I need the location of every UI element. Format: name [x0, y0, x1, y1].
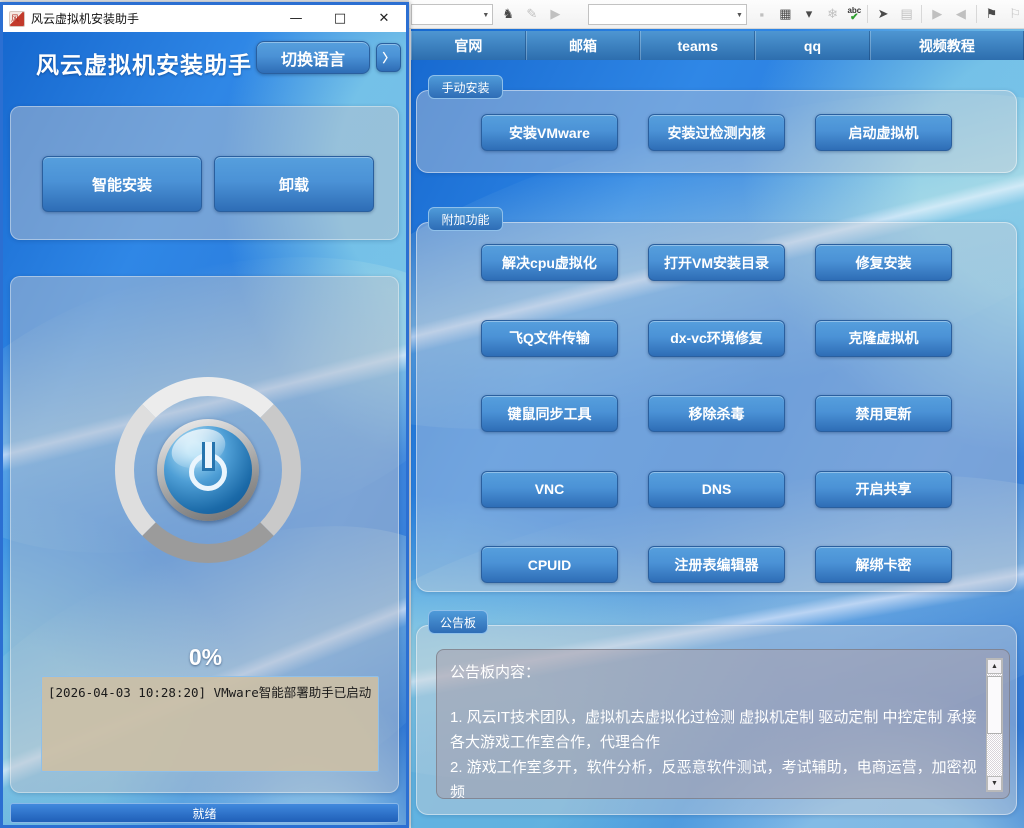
- kb-mouse-sync-button[interactable]: 键鼠同步工具: [481, 395, 618, 432]
- edit-pencil-icon[interactable]: ✎: [523, 6, 541, 22]
- nav-item-mail[interactable]: 邮箱: [526, 31, 641, 60]
- nav-item-official-site[interactable]: 官网: [411, 31, 526, 60]
- knight-icon[interactable]: ♞: [499, 6, 517, 22]
- dx-vc-env-repair-button[interactable]: dx-vc环境修复: [648, 320, 785, 357]
- ide-combobox-right[interactable]: ▼: [588, 4, 747, 25]
- stop-icon[interactable]: ▪: [753, 7, 771, 22]
- power-button-icon[interactable]: [164, 426, 252, 514]
- registry-editor-button[interactable]: 注册表编辑器: [648, 546, 785, 583]
- group-box-board: 公告板内容： 1. 风云IT技术团队，虚拟机去虚拟化过检测 虚拟机定制 驱动定制…: [416, 625, 1017, 815]
- dialog-title: 风云虚拟机安装助手: [31, 10, 274, 27]
- toolbar-separator: [976, 5, 977, 23]
- maximize-button[interactable]: □: [318, 5, 362, 32]
- bookmark-icon[interactable]: ⚑: [983, 6, 1001, 22]
- start-vm-button[interactable]: 启动虚拟机: [815, 114, 952, 151]
- scrollbar-thumb[interactable]: [987, 676, 1002, 734]
- scroll-down-button[interactable]: ▼: [987, 776, 1002, 791]
- vnc-button[interactable]: VNC: [481, 471, 618, 508]
- app-icon: [9, 11, 25, 27]
- toolbar-separator: [867, 5, 868, 23]
- toolbar-separator: [921, 5, 922, 23]
- repair-install-button[interactable]: 修复安装: [815, 244, 952, 281]
- install-anti-detect-kernel-button[interactable]: 安装过检测内核: [648, 114, 785, 151]
- close-button[interactable]: ✕: [362, 5, 406, 32]
- open-vm-install-dir-button[interactable]: 打开VM安装目录: [648, 244, 785, 281]
- top-nav-bar: 官网 邮箱 teams qq 视频教程: [411, 31, 1024, 60]
- log-output-box[interactable]: [2026-04-03 10:28:20] VMware智能部署助手已启动: [41, 676, 379, 772]
- uninstall-button[interactable]: 卸载: [214, 156, 374, 212]
- list-dropdown-icon[interactable]: ▾: [800, 6, 818, 22]
- progress-percent: 0%: [11, 644, 400, 671]
- window-layout-icon[interactable]: ▦: [777, 6, 795, 22]
- status-text: 就绪: [192, 805, 216, 822]
- quick-actions-panel: 智能安装 卸载: [10, 106, 399, 240]
- dropdown-arrow-icon: ▼: [736, 12, 743, 19]
- disable-update-button[interactable]: 禁用更新: [815, 395, 952, 432]
- snowflake-icon[interactable]: ❄: [824, 6, 842, 22]
- board-scrollbar[interactable]: ▲ ▼: [986, 658, 1003, 792]
- nav-item-qq[interactable]: qq: [755, 31, 870, 60]
- remove-antivirus-button[interactable]: 移除杀毒: [648, 395, 785, 432]
- group-label-extra-functions: 附加功能: [428, 207, 503, 231]
- unbind-card-key-button[interactable]: 解绑卡密: [815, 546, 952, 583]
- spellcheck-icon[interactable]: abc✔: [847, 7, 861, 21]
- dialog-body: 风云虚拟机安装助手 切换语言 〉 智能安装 卸载 0% [2026-04-03 …: [3, 32, 406, 825]
- clone-vm-button[interactable]: 克隆虚拟机: [815, 320, 952, 357]
- app-title: 风云虚拟机安装助手: [36, 46, 252, 80]
- scroll-up-button[interactable]: ▲: [987, 659, 1002, 674]
- status-panel: 0% [2026-04-03 10:28:20] VMware智能部署助手已启动: [10, 276, 399, 793]
- bookmark-outline-icon[interactable]: ⚐: [1006, 6, 1024, 22]
- announcement-textbox[interactable]: 公告板内容： 1. 风云IT技术团队，虚拟机去虚拟化过检测 虚拟机定制 驱动定制…: [436, 649, 1010, 799]
- copy-lines-icon[interactable]: ▤: [898, 6, 916, 22]
- power-symbol-bar: [202, 442, 215, 471]
- log-line: [2026-04-03 10:28:20] VMware智能部署助手已启动: [48, 685, 371, 700]
- group-label-manual-install: 手动安装: [428, 75, 503, 99]
- collapse-arrow-button[interactable]: 〉: [376, 43, 401, 72]
- dropdown-arrow-icon: ▼: [482, 12, 489, 19]
- switch-language-button[interactable]: 切换语言: [256, 41, 370, 74]
- cpuid-button[interactable]: CPUID: [481, 546, 618, 583]
- run-play-icon[interactable]: ▶: [547, 6, 565, 22]
- smart-install-button[interactable]: 智能安装: [42, 156, 202, 212]
- fix-cpu-virtualization-button[interactable]: 解决cpu虚拟化: [481, 244, 618, 281]
- nav-item-teams[interactable]: teams: [640, 31, 755, 60]
- nav-item-video-tutorial[interactable]: 视频教程: [870, 31, 1024, 60]
- group-label-board: 公告板: [428, 610, 488, 634]
- group-box-manual-install: 安装VMware 安装过检测内核 启动虚拟机: [416, 90, 1017, 173]
- status-bar: 就绪: [10, 803, 399, 823]
- install-vmware-button[interactable]: 安装VMware: [481, 114, 618, 151]
- indent-icon[interactable]: ▶: [928, 6, 946, 22]
- dns-button[interactable]: DNS: [648, 471, 785, 508]
- enable-share-button[interactable]: 开启共享: [815, 471, 952, 508]
- main-window: 官网 邮箱 teams qq 视频教程 手动安装 安装VMware 安装过检测内…: [411, 29, 1024, 828]
- paste-cursor-icon[interactable]: ➤: [874, 6, 892, 22]
- ide-combobox-left[interactable]: ▼: [411, 4, 493, 25]
- minimize-button[interactable]: —: [274, 5, 318, 32]
- outdent-icon[interactable]: ◀: [952, 6, 970, 22]
- dialog-header: 风云虚拟机安装助手 切换语言 〉: [3, 32, 406, 105]
- dialog-titlebar[interactable]: 风云虚拟机安装助手 — □ ✕: [3, 5, 406, 32]
- background-ide-toolbar: ▼ ♞ ✎ ▶ ▼ ▪ ▦ ▾ ❄ abc✔ ➤ ▤ ▶ ◀ ⚑ ⚐: [409, 0, 1024, 29]
- assistant-dialog-window: 风云虚拟机安装助手 — □ ✕ 风云虚拟机安装助手 切换语言 〉 智能安装 卸载: [0, 2, 409, 828]
- group-box-extra-functions: 解决cpu虚拟化 打开VM安装目录 修复安装 飞Q文件传输 dx-vc环境修复 …: [416, 222, 1017, 592]
- feiq-file-transfer-button[interactable]: 飞Q文件传输: [481, 320, 618, 357]
- screen: ▼ ♞ ✎ ▶ ▼ ▪ ▦ ▾ ❄ abc✔ ➤ ▤ ▶ ◀ ⚑ ⚐ 官网 邮箱…: [0, 0, 1024, 828]
- announcement-text: 公告板内容： 1. 风云IT技术团队，虚拟机去虚拟化过检测 虚拟机定制 驱动定制…: [450, 660, 979, 799]
